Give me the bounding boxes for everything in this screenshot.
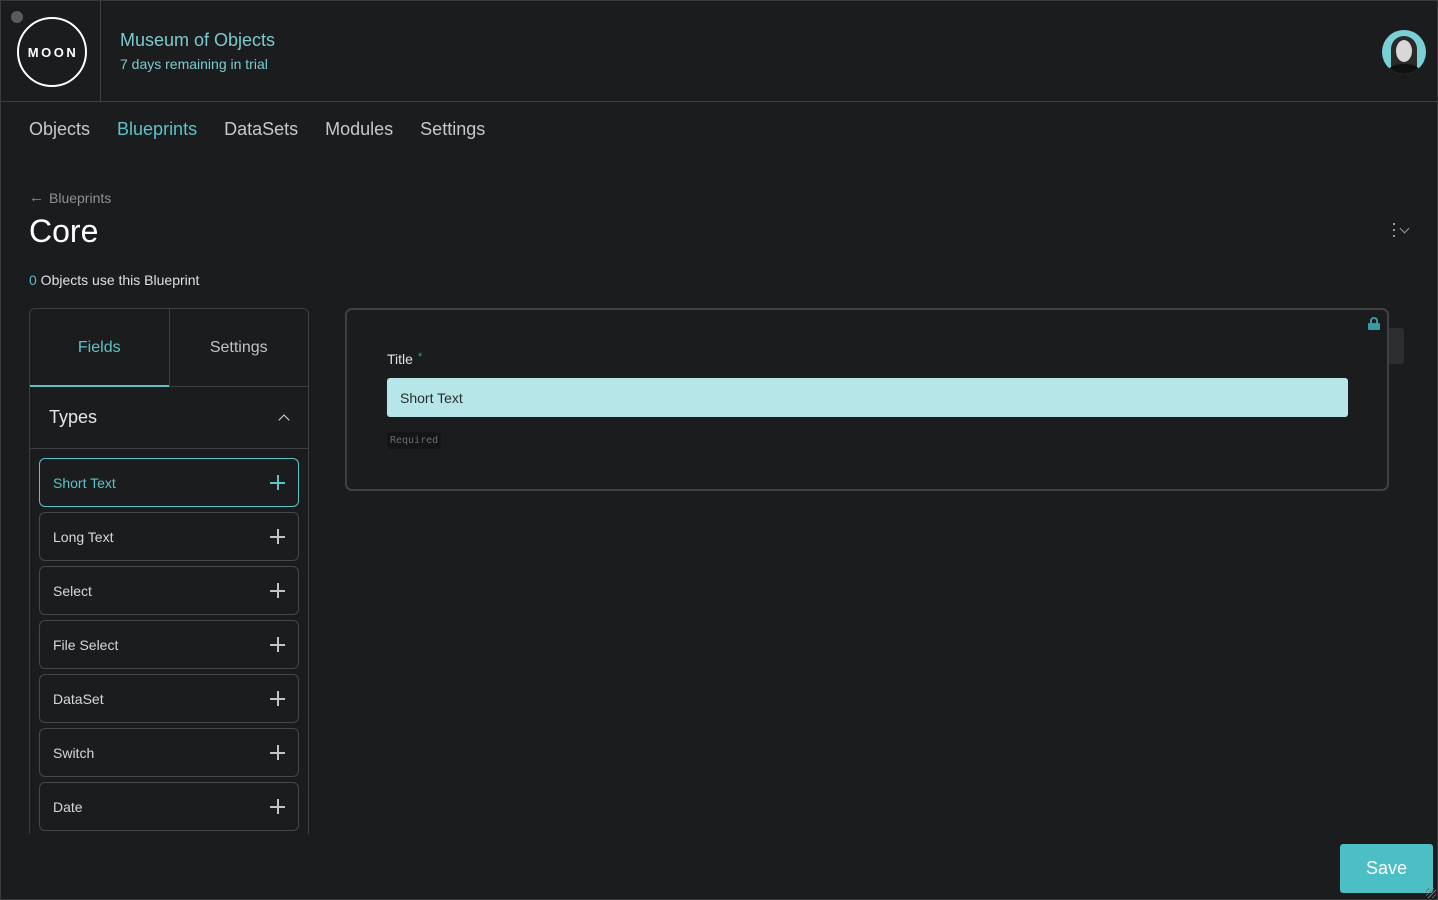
types-section-title: Types xyxy=(49,407,98,427)
type-item-file-select[interactable]: File Select xyxy=(39,620,299,669)
type-item-date[interactable]: Date xyxy=(39,782,299,831)
types-section-toggle[interactable]: Types xyxy=(30,387,308,449)
plus-icon[interactable] xyxy=(270,637,285,652)
panel-tabs: Fields Settings xyxy=(30,309,308,387)
type-label: DataSet xyxy=(53,690,104,707)
moon-logo[interactable]: MOON xyxy=(17,17,87,87)
type-item-short-text[interactable]: Short Text xyxy=(39,458,299,507)
nav-datasets[interactable]: DataSets xyxy=(224,119,298,140)
breadcrumb[interactable]: ← Blueprints xyxy=(29,189,111,206)
arrow-left-icon: ← xyxy=(29,189,44,206)
field-card-title[interactable]: Title * Short Text Required xyxy=(345,308,1389,491)
field-label: Title * xyxy=(387,351,422,367)
field-label-text: Title xyxy=(387,351,413,367)
required-marker: * xyxy=(417,351,423,363)
plus-icon[interactable] xyxy=(270,529,285,544)
page-title: Core xyxy=(29,213,99,249)
avatar-body xyxy=(1388,64,1420,74)
plus-icon[interactable] xyxy=(270,475,285,490)
plus-icon[interactable] xyxy=(270,583,285,598)
resize-grip-icon[interactable] xyxy=(1426,888,1436,898)
header: MOON Museum of Objects 7 days remaining … xyxy=(1,1,1437,102)
tab-settings[interactable]: Settings xyxy=(168,309,309,386)
blueprint-usage: 0 Objects use this Blueprint xyxy=(29,272,199,288)
type-item-select[interactable]: Select xyxy=(39,566,299,615)
type-item-dataset[interactable]: DataSet xyxy=(39,674,299,723)
required-badge: Required xyxy=(387,432,442,449)
type-item-long-text[interactable]: Long Text xyxy=(39,512,299,561)
app-window: MOON Museum of Objects 7 days remaining … xyxy=(0,0,1438,900)
field-types-panel: Fields Settings Types Short Text Long Te… xyxy=(29,308,309,834)
chevron-down-icon xyxy=(1399,223,1410,233)
plus-icon[interactable] xyxy=(270,691,285,706)
more-options-button[interactable] xyxy=(1393,223,1410,237)
plus-icon[interactable] xyxy=(270,745,285,760)
nav-objects[interactable]: Objects xyxy=(29,119,90,140)
user-avatar[interactable] xyxy=(1382,30,1426,74)
type-item-switch[interactable]: Switch xyxy=(39,728,299,777)
card-drag-handle[interactable] xyxy=(1389,328,1404,364)
org-name[interactable]: Museum of Objects xyxy=(120,30,275,51)
type-label: Long Text xyxy=(53,528,114,545)
main-nav: Objects Blueprints DataSets Modules Sett… xyxy=(29,119,485,140)
lock-icon xyxy=(1368,317,1380,330)
type-label: Switch xyxy=(53,744,95,761)
type-label: Date xyxy=(53,798,83,815)
type-label: File Select xyxy=(53,636,119,653)
usage-count[interactable]: 0 xyxy=(29,272,37,288)
type-list: Short Text Long Text Select File Select … xyxy=(30,449,308,831)
type-label: Short Text xyxy=(53,474,116,491)
avatar-face xyxy=(1396,40,1412,62)
nav-settings[interactable]: Settings xyxy=(420,119,485,140)
logo-cell: MOON xyxy=(1,1,101,101)
breadcrumb-label: Blueprints xyxy=(49,189,112,206)
tab-fields[interactable]: Fields xyxy=(30,309,169,387)
usage-text: Objects use this Blueprint xyxy=(36,272,200,288)
nav-modules[interactable]: Modules xyxy=(325,119,393,140)
save-button[interactable]: Save xyxy=(1340,844,1433,893)
trial-status: 7 days remaining in trial xyxy=(120,56,268,72)
more-vertical-icon xyxy=(1393,223,1395,237)
chevron-up-icon xyxy=(278,414,290,426)
type-label: Select xyxy=(53,582,92,599)
nav-blueprints[interactable]: Blueprints xyxy=(117,119,197,140)
plus-icon[interactable] xyxy=(270,799,285,814)
field-type-input[interactable]: Short Text xyxy=(387,378,1348,417)
